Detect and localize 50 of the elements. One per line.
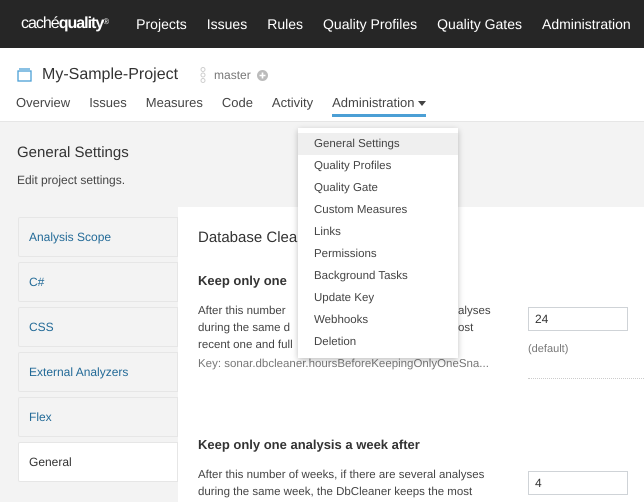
category-item[interactable]: CSS	[18, 307, 178, 347]
menu-item[interactable]: Background Tasks	[298, 265, 458, 287]
nav-tab[interactable]: Administration	[332, 95, 426, 117]
nav-link[interactable]: Rules	[259, 14, 312, 34]
menu-item[interactable]: Update Key	[298, 287, 458, 309]
nav-tab[interactable]: Issues	[89, 95, 127, 117]
description-text: ost	[458, 321, 474, 336]
nav-tab[interactable]: Measures	[146, 95, 203, 117]
menu-item[interactable]: Permissions	[298, 243, 458, 265]
logo[interactable]: cachéquality$^{®}$	[21, 12, 108, 36]
description-text: After this number of weeks, if there are several analyses	[198, 469, 484, 481]
branch-icon	[200, 67, 206, 83]
page-title: General Settings	[17, 144, 129, 162]
section-title: Database Clea	[198, 228, 298, 248]
input-field[interactable]: 24	[528, 307, 628, 331]
description-text: alyses	[458, 304, 491, 319]
description-text: during the same d	[198, 322, 290, 334]
setting-title: Keep only one analysis a week after	[198, 436, 420, 454]
input-field[interactable]: 4	[528, 471, 628, 495]
project-title[interactable]: My-Sample-Project	[42, 63, 178, 87]
menu-item[interactable]: Deletion	[298, 331, 458, 353]
branch-label: master	[214, 67, 251, 84]
menu-item[interactable]: Quality Gate	[298, 177, 458, 199]
project-icon	[17, 68, 32, 82]
nav-tab[interactable]: Overview	[16, 95, 70, 117]
menu-item[interactable]: General Settings	[298, 133, 458, 155]
description-text: After this number	[198, 305, 286, 317]
description-text: recent one and full	[198, 339, 293, 351]
setting-key: Key: sonar.dbcleaner.hoursBeforeKeepingOnlyOneSna...	[198, 356, 489, 374]
add-icon[interactable]	[256, 70, 268, 80]
nav-link[interactable]: Quality Profiles	[315, 14, 426, 34]
menu-item[interactable]: Links	[298, 221, 458, 243]
description-text: during the same week, the DbCleaner keeps the most	[198, 486, 472, 498]
nav-tab[interactable]: Code	[222, 95, 253, 117]
default-label: (default)	[528, 342, 570, 357]
nav-tab[interactable]: Activity	[272, 95, 314, 117]
category-item[interactable]: Flex	[18, 397, 178, 437]
category-item[interactable]: General	[18, 442, 178, 482]
category-item[interactable]: C#	[18, 262, 178, 302]
setting-title: Keep only one	[198, 272, 287, 290]
nav-link[interactable]: Issues	[198, 14, 256, 34]
menu-item[interactable]: Webhooks	[298, 309, 458, 331]
menu-item[interactable]: Custom Measures	[298, 199, 458, 221]
nav-link[interactable]: Projects	[128, 14, 195, 34]
nav-link[interactable]: Administration	[534, 14, 639, 34]
category-item[interactable]: External Analyzers	[18, 352, 178, 392]
page-subtitle: Edit project settings.	[17, 173, 126, 188]
nav-link[interactable]: Quality Gates	[429, 14, 530, 34]
category-item[interactable]: Analysis Scope	[18, 217, 178, 257]
menu-item[interactable]: Quality Profiles	[298, 155, 458, 177]
